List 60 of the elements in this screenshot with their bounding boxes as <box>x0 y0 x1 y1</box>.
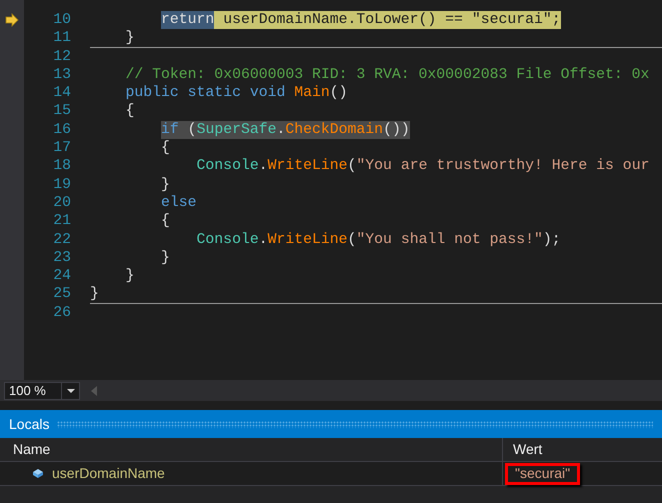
dropdown-caret-icon <box>66 388 74 392</box>
current-statement-arrow-icon <box>5 13 19 28</box>
code-token: { <box>126 102 134 121</box>
code-token: ( <box>348 230 356 249</box>
line-number: 12 <box>52 48 71 66</box>
code-token: public static void <box>126 84 286 102</box>
code-token: Console <box>196 157 259 176</box>
panel-title: Locals <box>9 414 50 434</box>
column-header[interactable]: Name <box>0 438 503 461</box>
line-number: 13 <box>52 66 71 84</box>
line-number: 22 <box>52 230 71 249</box>
code-token: { <box>161 139 170 158</box>
line-number: 18 <box>52 157 71 176</box>
field-cube-icon <box>32 468 44 479</box>
line-number: 26 <box>52 304 71 322</box>
code-token: WriteLine <box>268 230 348 249</box>
code-token: Console <box>196 230 259 249</box>
line-number: 23 <box>52 248 71 268</box>
code-token: } <box>161 248 170 268</box>
code-token: . <box>258 230 268 249</box>
code-token: WriteLine <box>268 157 348 176</box>
line-number: 15 <box>52 102 71 121</box>
code-token: CheckDomain <box>285 120 384 140</box>
code-token: } <box>126 28 134 48</box>
code-token: if <box>161 120 180 140</box>
code-token: } <box>90 284 99 304</box>
line-number: 20 <box>52 194 71 212</box>
code-token: else <box>161 194 197 212</box>
line-number: 17 <box>52 139 71 158</box>
code-token: () <box>330 84 348 102</box>
line-number: 10 <box>52 11 71 30</box>
code-token: } <box>161 176 170 194</box>
line-number: 11 <box>52 29 71 48</box>
zoom-dropdown[interactable]: 100 % <box>4 382 80 400</box>
code-token: "You are trustworthy! Here is our <box>356 157 650 176</box>
code-token: { <box>161 212 170 231</box>
scroll-left-icon[interactable] <box>90 386 98 396</box>
code-token: ( <box>188 120 197 140</box>
code-token: Main <box>294 84 330 102</box>
code-token: "You shall not pass!" <box>356 230 543 249</box>
variable-value: "securai" <box>505 462 580 484</box>
locals-row[interactable]: userDomainName "securai" <box>0 462 662 486</box>
variable-name: userDomainName <box>52 464 165 483</box>
column-header[interactable]: Wert <box>503 438 662 461</box>
code-token: . <box>276 120 286 140</box>
code-token: // Token: 0x06000003 RID: 3 RVA: 0x00002083 File Offset: 0x <box>126 66 650 84</box>
line-number: 19 <box>52 176 71 194</box>
line-number: 21 <box>52 212 71 231</box>
line-number: 16 <box>52 120 71 140</box>
code-token: ()) <box>383 120 410 140</box>
code-token: userDomainName.ToLower() == "securai"; <box>222 11 561 30</box>
line-number: 25 <box>52 285 71 304</box>
code-token: } <box>126 267 134 286</box>
code-token: ( <box>348 157 356 176</box>
line-number: 24 <box>52 267 71 286</box>
code-token: . <box>258 157 268 176</box>
code-token: SuperSafe <box>196 120 276 140</box>
code-token: return <box>161 11 214 30</box>
code-token: ); <box>542 230 561 249</box>
line-number: 14 <box>52 84 71 102</box>
